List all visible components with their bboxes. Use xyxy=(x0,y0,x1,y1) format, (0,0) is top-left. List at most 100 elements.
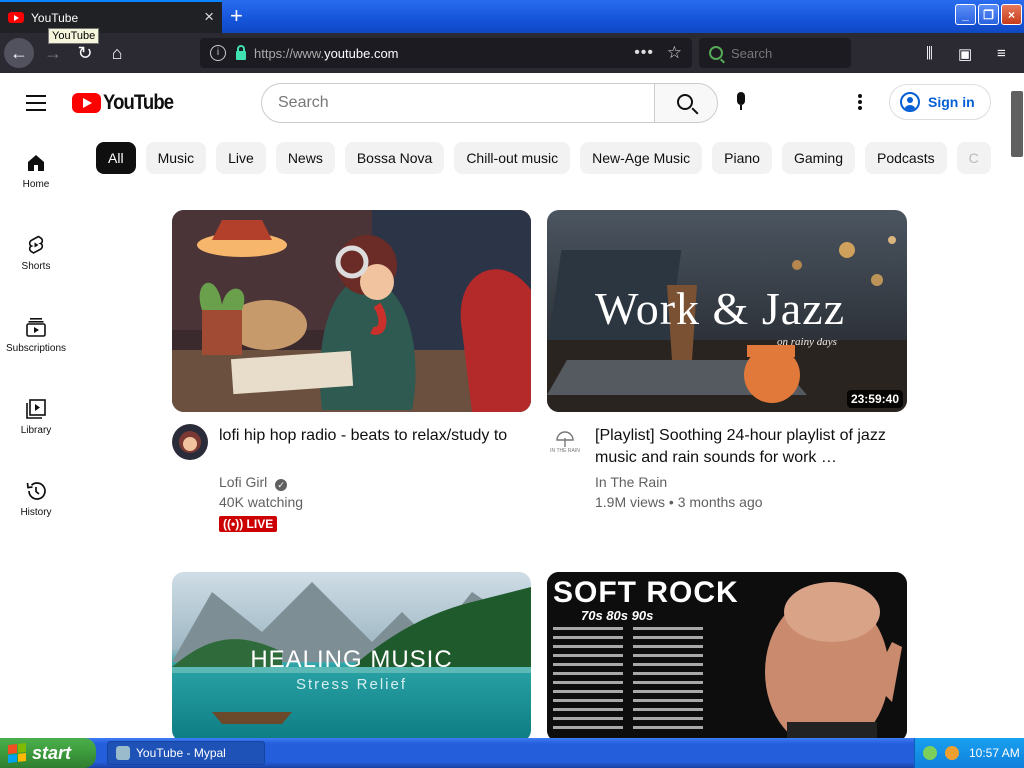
youtube-page: YouTube Sign in All Music Live News Bossa No… xyxy=(0,73,1024,738)
chip-gaming[interactable]: Gaming xyxy=(781,142,855,174)
youtube-logo[interactable]: YouTube xyxy=(72,91,183,115)
more-options-icon[interactable] xyxy=(858,94,862,110)
chip-piano[interactable]: Piano xyxy=(712,142,772,174)
sidebar-item-label: Home xyxy=(22,179,50,190)
windows-flag-icon xyxy=(8,743,26,763)
avatar-text: IN THE RAIN xyxy=(550,448,580,454)
start-button[interactable]: start xyxy=(0,738,96,768)
video-thumbnail[interactable]: SOFT ROCK 70s 80s 90s xyxy=(547,572,907,738)
home-icon xyxy=(24,151,48,175)
page-scrollbar[interactable] xyxy=(1007,73,1024,738)
tab-title: YouTube xyxy=(31,10,79,25)
taskbar-window-mypal[interactable]: YouTube - Mypal xyxy=(107,741,265,765)
chip-news[interactable]: News xyxy=(275,142,335,174)
shorts-icon xyxy=(24,233,48,257)
search-box xyxy=(261,83,655,123)
channel-name[interactable]: Lofi Girl xyxy=(219,474,267,490)
tab-close-icon[interactable]: × xyxy=(204,8,214,25)
video-title[interactable]: lofi hip hop radio - beats to relax/stud… xyxy=(219,425,509,447)
chip-all[interactable]: All xyxy=(96,142,136,174)
logo-text: YouTube xyxy=(103,91,174,114)
minimize-button[interactable]: _ xyxy=(955,4,976,25)
video-meta: 1.9M views • 3 months ago xyxy=(595,494,763,510)
category-chips: All Music Live News Bossa Nova Chill-out musi… xyxy=(96,142,1006,174)
verified-check-icon: ✓ xyxy=(275,479,288,491)
channel-name-row: Lofi Girl ✓ xyxy=(219,474,288,491)
youtube-play-logo-icon xyxy=(72,93,101,113)
lofi-girl-thumbnail-image xyxy=(172,210,531,412)
close-window-button[interactable]: × xyxy=(1001,4,1022,25)
home-icon[interactable]: ⌂ xyxy=(102,38,132,68)
video-thumbnail[interactable] xyxy=(172,210,531,412)
chip-more[interactable]: C xyxy=(956,142,991,174)
library-video-icon xyxy=(24,397,48,421)
network-icon[interactable] xyxy=(923,746,937,760)
url-text: https://www.youtube.com xyxy=(254,45,399,61)
channel-avatar-lofi-girl[interactable] xyxy=(172,424,208,460)
bookmark-star-icon[interactable]: ☆ xyxy=(667,43,682,63)
windows-taskbar: start YouTube - Mypal 10:57 AM xyxy=(0,738,1024,768)
library-icon[interactable]: ⫼ xyxy=(926,45,933,62)
mypal-browser-icon xyxy=(116,746,130,760)
sidebar-item-library[interactable]: Library xyxy=(0,397,72,471)
browser-navbar: ← → ↻ ⌂ i https://www.youtube.com ••• ☆ … xyxy=(0,33,1024,73)
sidebar-item-shorts[interactable]: Shorts xyxy=(0,233,72,307)
browser-tab-youtube[interactable]: YouTube × xyxy=(0,0,222,33)
info-icon[interactable]: i xyxy=(210,45,226,61)
screen: YouTube × + _ ❐ × YouTube ← → ↻ ⌂ i http… xyxy=(0,0,1024,768)
sidebar-item-label: Library xyxy=(20,425,52,436)
subscriptions-icon xyxy=(24,315,48,339)
chip-chill-out-music[interactable]: Chill-out music xyxy=(454,142,571,174)
new-tab-plus-icon[interactable]: + xyxy=(230,3,243,29)
sidebar-item-history[interactable]: History xyxy=(0,479,72,553)
sidebar-toggle-icon[interactable]: ▣ xyxy=(958,45,972,63)
back-arrow-icon[interactable]: ← xyxy=(4,38,34,68)
thumbnail-title-text: HEALING MUSIC xyxy=(250,646,453,673)
maximize-button[interactable]: ❐ xyxy=(978,4,999,25)
video-thumbnail[interactable]: Work & Jazz on rainy days 23:59:40 xyxy=(547,210,907,412)
thumbnail-subtitle-text: 70s 80s 90s xyxy=(581,608,654,623)
channel-name[interactable]: In The Rain xyxy=(595,474,667,490)
lock-icon[interactable] xyxy=(236,44,246,60)
search-engine-icon xyxy=(709,46,723,60)
browser-titlebar: YouTube × + _ ❐ × xyxy=(0,0,1024,33)
chip-music[interactable]: Music xyxy=(145,142,207,174)
menu-icon[interactable]: ≡ xyxy=(997,45,1006,62)
start-label: start xyxy=(32,742,72,763)
chip-bossa-nova[interactable]: Bossa Nova xyxy=(344,142,445,174)
scrollbar-thumb[interactable] xyxy=(1011,91,1023,157)
sidebar-item-label: Subscriptions xyxy=(5,343,67,354)
sidebar-item-label: History xyxy=(20,507,52,518)
sidebar-item-home[interactable]: Home xyxy=(0,151,72,225)
system-tray: 10:57 AM xyxy=(914,738,1024,768)
chip-new-age-music[interactable]: New-Age Music xyxy=(580,142,703,174)
sidebar-item-label: Shorts xyxy=(21,261,51,272)
live-badge: ((•)) LIVE xyxy=(219,516,278,532)
sign-in-button[interactable]: Sign in xyxy=(889,84,991,120)
thumbnail-title-text: SOFT ROCK xyxy=(553,576,739,609)
url-bar[interactable]: i https://www.youtube.com ••• ☆ xyxy=(200,38,692,68)
sign-in-label: Sign in xyxy=(928,94,975,110)
channel-avatar-in-the-rain[interactable]: IN THE RAIN xyxy=(547,424,583,460)
mini-guide-sidebar: Home Shorts Subscriptions Library Histor… xyxy=(0,143,72,553)
chip-live[interactable]: Live xyxy=(216,142,266,174)
video-title[interactable]: [Playlist] Soothing 24-hour playlist of … xyxy=(595,425,895,469)
thumbnail-title-text: Work & Jazz xyxy=(595,283,845,334)
clock: 10:57 AM xyxy=(969,746,1020,760)
history-clock-icon xyxy=(24,479,48,503)
microphone-icon[interactable] xyxy=(736,92,746,114)
search-input[interactable] xyxy=(278,94,638,112)
video-duration: 23:59:40 xyxy=(846,390,903,408)
search-button[interactable] xyxy=(654,83,718,123)
tab-tooltip: YouTube xyxy=(48,28,100,44)
thumbnail-subtitle-text: on rainy days xyxy=(777,336,837,348)
video-thumbnail[interactable]: HEALING MUSIC Stress Relief xyxy=(172,572,531,738)
browser-search-field[interactable]: Search xyxy=(699,38,851,68)
taskbar-window-label: YouTube - Mypal xyxy=(136,746,226,760)
page-actions-icon[interactable]: ••• xyxy=(634,44,654,62)
hamburger-menu-icon[interactable] xyxy=(26,95,46,111)
thumbnail-subtitle-text: Stress Relief xyxy=(295,676,408,693)
chip-podcasts[interactable]: Podcasts xyxy=(865,142,947,174)
search-tray-icon[interactable] xyxy=(945,746,959,760)
sidebar-item-subscriptions[interactable]: Subscriptions xyxy=(0,315,72,389)
